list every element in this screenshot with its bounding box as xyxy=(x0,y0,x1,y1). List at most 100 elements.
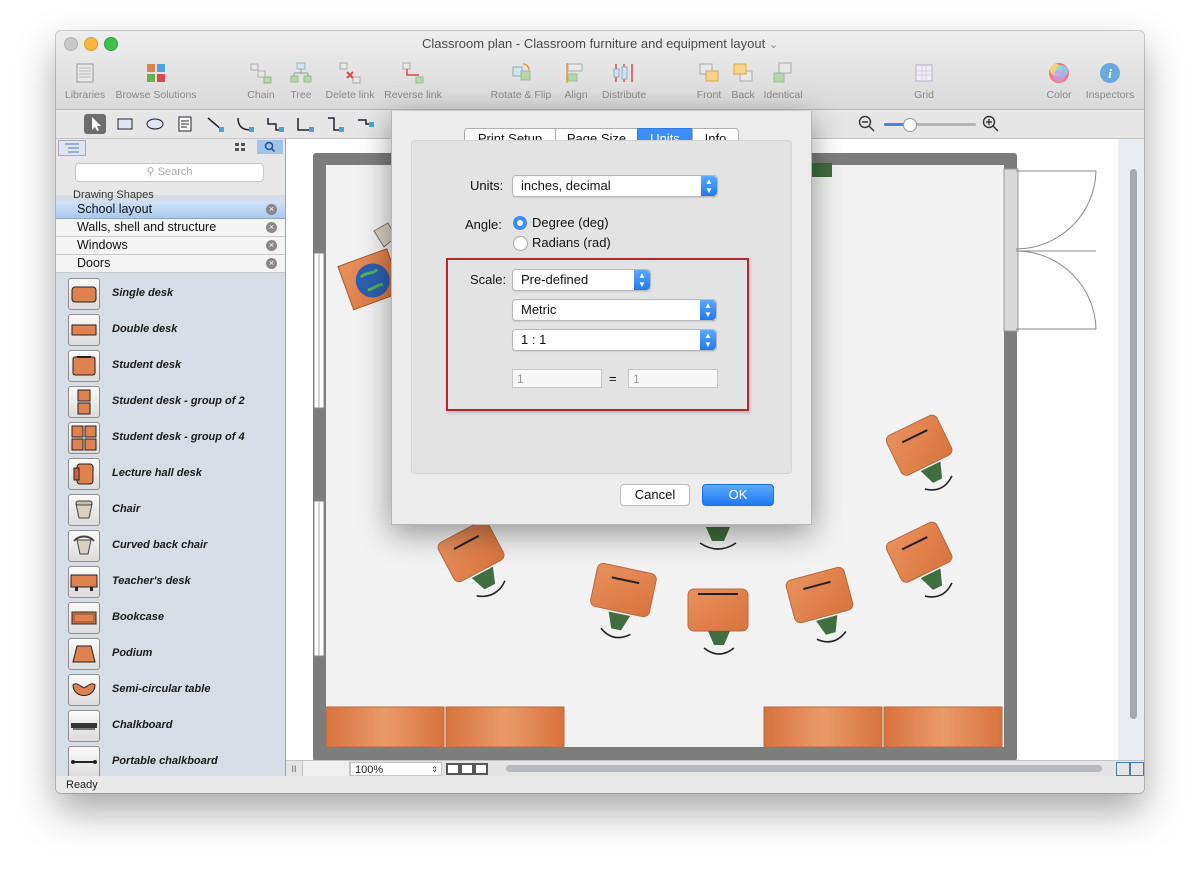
connector-tool-button-1[interactable] xyxy=(204,114,226,134)
toolbar-delete-link-button[interactable]: Delete link xyxy=(322,61,378,101)
student-desk-icon xyxy=(68,350,100,382)
toolbar-tree-button[interactable]: Tree xyxy=(282,61,320,101)
zoom-slider-thumb[interactable] xyxy=(903,118,917,132)
pointer-tool-button[interactable] xyxy=(84,114,106,134)
shape-chair[interactable]: Chair xyxy=(56,492,285,528)
toolbar-chain-button[interactable]: Chain xyxy=(242,61,280,101)
toolbar-distribute-button[interactable]: Distribute xyxy=(598,61,650,101)
connector-tool-button-5[interactable] xyxy=(324,114,346,134)
toolbar-libraries-button[interactable]: Libraries xyxy=(63,61,107,101)
connector-tool-button-3[interactable] xyxy=(264,114,286,134)
units-select[interactable]: inches, decimal ▲ ▼ xyxy=(512,175,718,197)
bookshelf-2[interactable] xyxy=(445,706,565,748)
zoom-in-icon[interactable] xyxy=(982,115,1000,136)
student-desk-group-2-icon xyxy=(68,386,100,418)
toolbar-back-button[interactable]: Back xyxy=(726,61,760,101)
toolbar-front-button[interactable]: Front xyxy=(692,61,726,101)
toolbar-browse-solutions-button[interactable]: Browse Solutions xyxy=(112,61,200,101)
rotate-flip-icon xyxy=(512,63,531,81)
toolbar-color-button[interactable]: Color xyxy=(1040,61,1078,101)
close-library-icon[interactable]: × xyxy=(266,240,277,251)
ellipse-tool-button[interactable] xyxy=(144,114,166,134)
window-left-2[interactable] xyxy=(313,500,325,657)
scale-label: Scale: xyxy=(470,272,507,287)
scale-real-value-field[interactable]: 1 xyxy=(628,369,718,388)
scale-type-select[interactable]: Pre-defined ▲ ▼ xyxy=(512,269,651,291)
chain-icon xyxy=(250,63,272,84)
horizontal-scroll-thumb[interactable] xyxy=(506,765,1102,772)
library-school-layout[interactable]: School layout × xyxy=(56,201,285,219)
library-walls-shell-structure[interactable]: Walls, shell and structure × xyxy=(56,219,285,237)
scale-ratio-select[interactable]: 1 : 1 ▲ ▼ xyxy=(512,329,717,351)
actual-size-icon[interactable] xyxy=(1130,762,1144,776)
library-doors[interactable]: Doors × xyxy=(56,255,285,273)
double-door[interactable] xyxy=(1003,168,1097,332)
shape-bookcase[interactable]: Bookcase xyxy=(56,600,285,636)
shape-double-desk[interactable]: Double desk xyxy=(56,312,285,348)
toolbar-reverse-link-button[interactable]: Reverse link xyxy=(382,61,444,101)
page-thumbnails[interactable] xyxy=(446,763,488,775)
bookshelf-3[interactable] xyxy=(763,706,883,748)
toolbar-grid-button[interactable]: Grid xyxy=(906,61,942,101)
shape-list: Single desk Double desk Student desk Stu… xyxy=(56,276,285,778)
close-library-icon[interactable]: × xyxy=(266,258,277,269)
text-tool-button[interactable] xyxy=(174,114,196,134)
sidebar-header: ⚲ Search Drawing Shapes xyxy=(56,139,285,201)
zoom-out-icon[interactable] xyxy=(858,115,876,136)
toolbar-inspectors-button[interactable]: i Inspectors xyxy=(1082,61,1138,101)
fit-to-page-icon[interactable] xyxy=(1116,762,1130,776)
connector-tool-button-4[interactable] xyxy=(294,114,316,134)
grid-icon xyxy=(915,64,933,82)
connector-tool-button-6[interactable] xyxy=(354,114,376,134)
connector-tool-button-2[interactable] xyxy=(234,114,256,134)
cancel-button[interactable]: Cancel xyxy=(620,484,690,506)
shape-student-desk-group-2[interactable]: Student desk - group of 2 xyxy=(56,384,285,420)
bookshelf-1[interactable] xyxy=(325,706,445,748)
podium-icon xyxy=(68,638,100,670)
vertical-scrollbar[interactable] xyxy=(1118,139,1144,760)
search-icon xyxy=(264,141,276,153)
tree-view-tab[interactable] xyxy=(58,140,86,156)
double-desk-icon xyxy=(68,314,100,346)
close-library-icon[interactable]: × xyxy=(266,204,277,215)
bookshelf-4[interactable] xyxy=(883,706,1003,748)
shape-semi-circular-table[interactable]: Semi-circular table xyxy=(56,672,285,708)
elbow-connector-icon xyxy=(297,118,314,132)
shape-teachers-desk[interactable]: Teacher's desk xyxy=(56,564,285,600)
status-bar: Ready xyxy=(56,776,1144,793)
popup-arrows-icon: ▲ ▼ xyxy=(701,176,717,196)
zoom-level-select[interactable]: 100% ⇕ xyxy=(350,762,442,776)
toolbar-identical-button[interactable]: Identical xyxy=(760,61,806,101)
page-navigator[interactable] xyxy=(302,761,350,777)
ok-button[interactable]: OK xyxy=(702,484,774,506)
delete-link-icon xyxy=(339,62,361,84)
toolbar-rotate-flip-button[interactable]: Rotate & Flip xyxy=(488,61,554,101)
measurement-system-select[interactable]: Metric ▲ ▼ xyxy=(512,299,717,321)
equals-sign: = xyxy=(609,371,617,386)
vertical-scroll-thumb[interactable] xyxy=(1130,169,1137,719)
pause-button[interactable]: II xyxy=(286,761,302,777)
toolbar-align-button[interactable]: Align xyxy=(556,61,596,101)
library-windows[interactable]: Windows × xyxy=(56,237,285,255)
shape-chalkboard[interactable]: Chalkboard xyxy=(56,708,285,744)
shape-student-desk[interactable]: Student desk xyxy=(56,348,285,384)
search-input[interactable]: ⚲ Search xyxy=(75,163,264,182)
shape-student-desk-group-4[interactable]: Student desk - group of 4 xyxy=(56,420,285,456)
close-library-icon[interactable]: × xyxy=(266,222,277,233)
shape-portable-chalkboard[interactable]: Portable chalkboard xyxy=(56,744,285,780)
shape-podium[interactable]: Podium xyxy=(56,636,285,672)
svg-text:i: i xyxy=(1108,66,1112,81)
rectangle-tool-button[interactable] xyxy=(114,114,136,134)
shape-lecture-hall-desk[interactable]: Lecture hall desk xyxy=(56,456,285,492)
shape-single-desk[interactable]: Single desk xyxy=(56,276,285,312)
ellipse-icon xyxy=(146,118,164,130)
search-toggle-button[interactable] xyxy=(257,140,283,154)
window-title: Classroom plan - Classroom furniture and… xyxy=(421,36,779,51)
color-icon xyxy=(1049,63,1069,83)
window-left-1[interactable] xyxy=(313,252,325,409)
zoom-slider[interactable] xyxy=(884,118,976,132)
grid-view-button[interactable] xyxy=(226,140,254,154)
shape-curved-back-chair[interactable]: Curved back chair xyxy=(56,528,285,564)
rectangle-icon xyxy=(117,118,133,130)
scale-drawing-value-field[interactable]: 1 xyxy=(512,369,602,388)
